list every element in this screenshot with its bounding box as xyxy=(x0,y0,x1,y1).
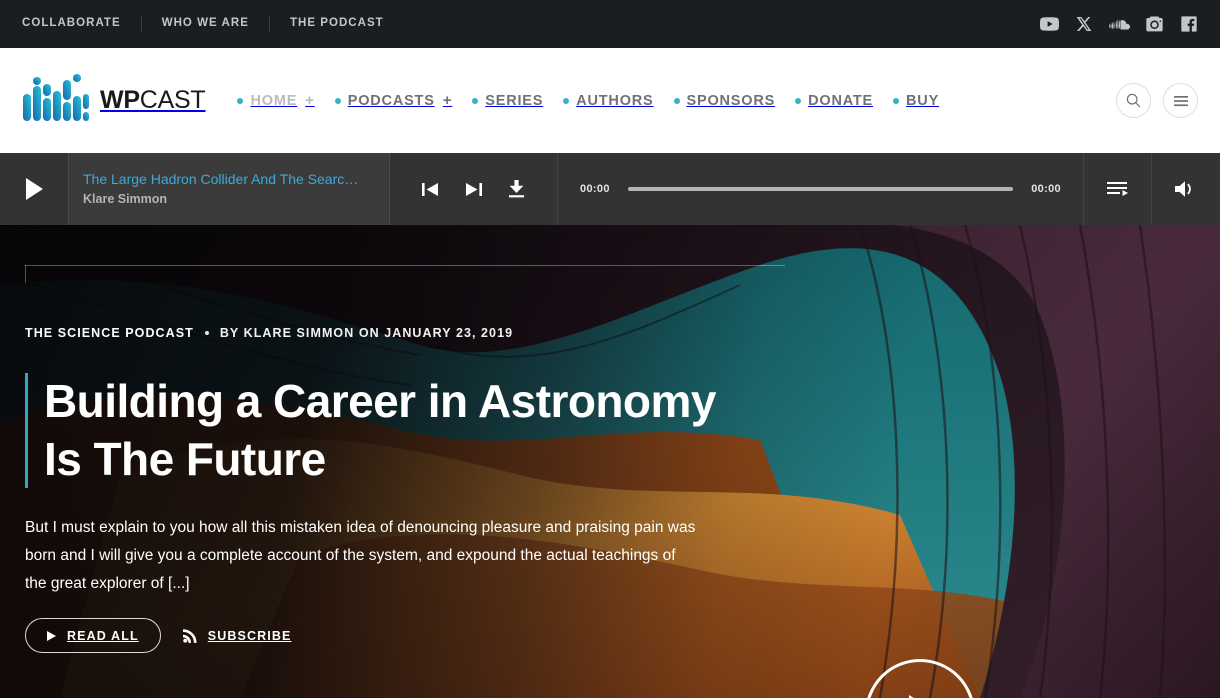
nav-item-sponsors[interactable]: SPONSORS xyxy=(664,93,786,109)
bullet-icon xyxy=(237,97,244,104)
bullet-icon xyxy=(893,97,900,104)
bullet-icon xyxy=(673,97,680,104)
topnav-item-collaborate[interactable]: COLLABORATE xyxy=(22,18,141,30)
read-all-button[interactable]: READ ALL xyxy=(25,618,161,653)
hero-category[interactable]: THE SCIENCE PODCAST xyxy=(25,326,194,340)
nav-item-series[interactable]: SERIES xyxy=(462,93,553,109)
nav-label: HOME xyxy=(250,92,298,109)
nav-label: DONATE xyxy=(808,92,874,109)
nav-label: SPONSORS xyxy=(686,92,776,109)
nav-label: BUY xyxy=(906,92,940,109)
skip-next-icon xyxy=(466,182,482,196)
hamburger-icon xyxy=(1173,95,1188,106)
player-playlist-button[interactable] xyxy=(1084,153,1152,225)
meta-separator-dot xyxy=(204,331,209,335)
hero-top-rule xyxy=(25,265,785,283)
bullet-icon xyxy=(795,97,802,104)
hero-content: THE SCIENCE PODCAST BY KLARE SIMMON ON J… xyxy=(0,225,1220,698)
next-slide-button[interactable] xyxy=(1172,693,1214,698)
logo-wordmark: WPCAST xyxy=(100,86,206,114)
player-controls xyxy=(390,153,558,225)
submenu-plus-icon: + xyxy=(305,92,315,109)
subscribe-button[interactable]: SUBSCRIBE xyxy=(182,628,292,643)
submenu-plus-icon: + xyxy=(442,92,453,109)
playlist-icon xyxy=(1106,182,1128,196)
hero-byline: BY KLARE SIMMON ON JANUARY 23, 2019 xyxy=(219,326,514,340)
player-progress-area: 00:00 00:00 xyxy=(558,153,1084,225)
player-play-button[interactable] xyxy=(0,153,68,225)
search-button[interactable] xyxy=(1116,83,1151,118)
page-root: COLLABORATE WHO WE ARE THE PODCAST WPCAS… xyxy=(0,0,1220,698)
read-all-label: READ ALL xyxy=(67,628,139,643)
nav-label: AUTHORS xyxy=(576,92,654,109)
menu-button[interactable] xyxy=(1163,83,1198,118)
search-icon xyxy=(1126,93,1141,108)
rss-icon xyxy=(182,629,197,643)
soundcloud-icon[interactable] xyxy=(1108,13,1130,35)
player-progress-slider[interactable] xyxy=(627,187,1014,191)
header-actions xyxy=(1116,83,1198,118)
play-icon xyxy=(47,630,56,641)
player-track-title: The Large Hadron Collider And The Searc… xyxy=(83,171,359,188)
social-links xyxy=(1038,13,1200,35)
hero-slider: THE SCIENCE PODCAST BY KLARE SIMMON ON J… xyxy=(0,225,1220,698)
nav-item-donate[interactable]: DONATE xyxy=(785,93,883,109)
play-icon xyxy=(25,178,43,200)
hero-actions: READ ALL SUBSCRIBE xyxy=(25,618,291,653)
volume-icon xyxy=(1175,181,1191,197)
nav-item-home[interactable]: HOME + xyxy=(227,92,324,109)
bullet-icon xyxy=(563,97,570,104)
nav-label: SERIES xyxy=(485,92,544,109)
previous-track-button[interactable] xyxy=(422,182,439,197)
waveform-bars-logo xyxy=(23,73,89,121)
hero-excerpt: But I must explain to you how all this m… xyxy=(25,519,696,593)
site-logo[interactable]: WPCAST xyxy=(22,72,206,130)
next-track-button[interactable] xyxy=(465,182,482,197)
hero-meta: THE SCIENCE PODCAST BY KLARE SIMMON ON J… xyxy=(25,326,513,340)
player-total-time: 00:00 xyxy=(1031,183,1061,195)
site-header: WPCAST HOME + PODCASTS + SERIES AUTHORS xyxy=(0,48,1220,153)
topnav-item-the-podcast[interactable]: THE PODCAST xyxy=(270,18,404,30)
facebook-icon[interactable] xyxy=(1178,13,1200,35)
main-nav: HOME + PODCASTS + SERIES AUTHORS SPONSOR… xyxy=(227,92,1116,109)
player-track-artist: Klare Simmon xyxy=(83,191,168,206)
page-title[interactable]: Building a Career in Astronomy Is The Fu… xyxy=(44,373,725,488)
x-twitter-icon[interactable] xyxy=(1073,13,1095,35)
utility-top-bar: COLLABORATE WHO WE ARE THE PODCAST xyxy=(0,0,1220,48)
instagram-icon[interactable] xyxy=(1143,13,1165,35)
nav-item-authors[interactable]: AUTHORS xyxy=(553,93,663,109)
subscribe-label: SUBSCRIBE xyxy=(207,628,292,643)
bullet-icon xyxy=(472,97,479,104)
download-icon xyxy=(509,180,524,198)
nav-item-buy[interactable]: BUY xyxy=(883,93,949,109)
player-current-time: 00:00 xyxy=(580,183,610,195)
youtube-icon[interactable] xyxy=(1038,13,1060,35)
topnav-item-who-we-are[interactable]: WHO WE ARE xyxy=(142,18,269,30)
player-volume-button[interactable] xyxy=(1152,153,1220,225)
hero-title-block: Building a Career in Astronomy Is The Fu… xyxy=(25,373,725,488)
player-track-info[interactable]: The Large Hadron Collider And The Searc…… xyxy=(68,153,390,225)
nav-item-podcasts[interactable]: PODCASTS + xyxy=(325,92,463,109)
bullet-icon xyxy=(334,97,341,104)
chevron-right-icon xyxy=(1172,693,1214,698)
download-button[interactable] xyxy=(508,180,525,198)
audio-player-bar: The Large Hadron Collider And The Searc…… xyxy=(0,153,1220,225)
utility-nav: COLLABORATE WHO WE ARE THE PODCAST xyxy=(22,16,404,32)
nav-label: PODCASTS xyxy=(347,92,435,109)
skip-previous-icon xyxy=(422,182,438,196)
